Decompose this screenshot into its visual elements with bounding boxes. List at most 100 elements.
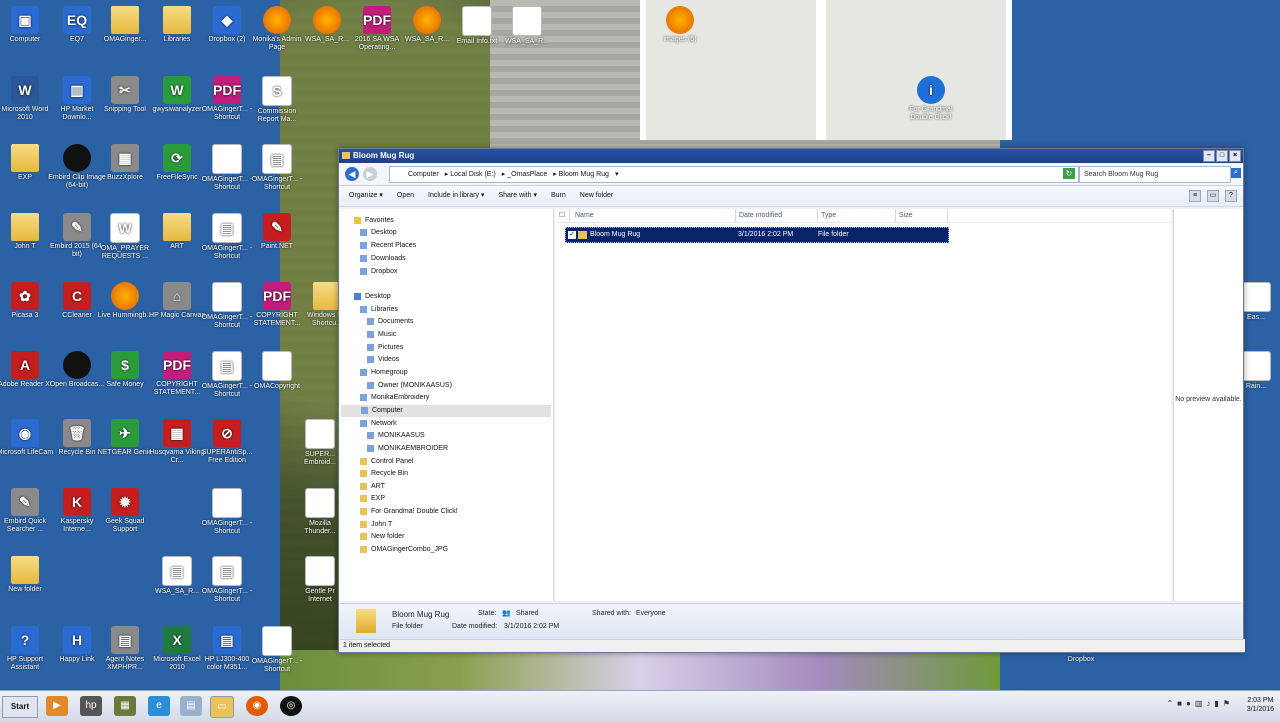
explorer-taskbar-icon[interactable]: ▭	[210, 696, 234, 718]
tray-antivirus-icon[interactable]: ●	[1186, 699, 1191, 708]
forward-button[interactable]: ▶	[363, 167, 377, 181]
clock[interactable]: 2:03 PM 3/1/2016	[1247, 696, 1274, 714]
select-all-checkbox[interactable]: ☐	[555, 209, 570, 222]
obs-icon[interactable]: ◎	[280, 696, 302, 716]
column-type[interactable]: Type	[817, 209, 896, 222]
desktop-icon[interactable]: $ Safe Money	[95, 345, 155, 389]
nav-item[interactable]: Music	[367, 329, 396, 341]
desktop-icon[interactable]: OMAGingerT... - Shortcut	[197, 482, 257, 536]
app-icon[interactable]: ▦	[114, 696, 136, 716]
explorer-window[interactable]: Bloom Mug Rug – □ × ◀ ▶ Computer ▸ Local …	[338, 148, 1245, 653]
tray-flag-icon[interactable]: ⚑	[1223, 699, 1230, 708]
nav-item[interactable]: Desktop	[360, 227, 397, 239]
internet-explorer-icon[interactable]: e	[148, 696, 170, 716]
file-row[interactable]: ✓ Bloom Mug Rug 3/1/2016 2:02 PM File fo…	[565, 227, 949, 243]
desktop-icon[interactable]: i For Grandma! Double Click!	[901, 70, 961, 122]
desktop-icon[interactable]: W OMA_PRAYER REQUESTS ...	[95, 207, 155, 261]
share-with-button[interactable]: Share with ▾	[498, 186, 537, 206]
navigation-pane[interactable]: Favorites Desktop Recent Places Downloads Dr…	[340, 209, 554, 601]
row-checkbox[interactable]: ✓	[568, 231, 576, 239]
desktop-icon[interactable]: ✹ Geek Squad Support	[95, 482, 155, 534]
minimize-button[interactable]: –	[1203, 150, 1215, 162]
start-button[interactable]: Start	[2, 696, 38, 718]
nav-item[interactable]: New folder	[360, 531, 404, 543]
nav-item[interactable]: ART	[360, 481, 385, 493]
search-icon[interactable]: ⌕	[1231, 168, 1241, 178]
nav-item[interactable]: Recycle Bin	[360, 468, 408, 480]
breadcrumb-computer[interactable]: Computer	[408, 171, 439, 178]
close-button[interactable]: ×	[1229, 150, 1241, 162]
window-titlebar[interactable]: Bloom Mug Rug – □ ×	[339, 149, 1243, 163]
desktop-icon[interactable]: ▤ Agent Notes XMPHPR...	[95, 620, 155, 672]
desktop-icon[interactable]: S Commission Report Ma...	[247, 70, 307, 124]
desktop-icon[interactable]: ✂ Snipping Tool	[95, 70, 155, 114]
nav-item[interactable]: OMAGingerCombo_JPG	[360, 544, 448, 556]
search-input[interactable]: Search Bloom Mug Rug	[1079, 166, 1231, 183]
preview-pane-icon[interactable]: ▭	[1207, 190, 1219, 202]
address-bar[interactable]: Computer ▸ Local Disk (E:) ▸ _OmasPlace ▸ B…	[389, 166, 1079, 183]
nav-item[interactable]: For Grandma! Double Click!	[360, 506, 458, 518]
nav-item[interactable]: Libraries	[360, 304, 398, 316]
nav-item[interactable]: Owner (MONIKAASUS)	[367, 380, 452, 392]
nav-item[interactable]: Documents	[367, 316, 413, 328]
media-player-icon[interactable]: ▶	[46, 696, 68, 716]
column-name[interactable]: Name	[571, 209, 736, 222]
hp-icon[interactable]: hp	[80, 696, 102, 716]
refresh-icon[interactable]: ↻	[1063, 168, 1075, 179]
tray-volume-icon[interactable]: ♪	[1206, 699, 1210, 708]
desktop-icon[interactable]: images (6)	[650, 0, 710, 44]
burn-button[interactable]: Burn	[551, 186, 566, 206]
nav-item[interactable]: Pictures	[367, 342, 403, 354]
nav-item[interactable]: John T	[360, 519, 392, 531]
desktop-icon[interactable]: Live Hummingb...	[95, 276, 155, 320]
desktop-icon[interactable]: Mozilla Thunder...	[297, 482, 343, 536]
nav-item[interactable]: Control Panel	[360, 456, 413, 468]
include-in-library-button[interactable]: Include in library ▾	[428, 186, 484, 206]
desktop-icon[interactable]: ✈ NETGEAR Genie	[95, 413, 155, 457]
back-button[interactable]: ◀	[345, 167, 359, 181]
open-button[interactable]: Open	[397, 186, 414, 206]
nav-item[interactable]: MONIKAEMBROIDER	[367, 443, 448, 455]
desktop-icon[interactable]: ▤ OMAGingerT... - Shortcut	[197, 550, 257, 604]
desktop-icon[interactable]: OMACopyright	[247, 345, 307, 391]
help-icon[interactable]: ?	[1225, 190, 1237, 202]
view-options-icon[interactable]: ≡	[1189, 190, 1201, 202]
breadcrumb-bloom-mug-rug[interactable]: Bloom Mug Rug	[559, 171, 609, 178]
nav-item[interactable]: Desktop	[354, 291, 391, 303]
breadcrumb-omasplace[interactable]: _OmasPlace	[507, 171, 547, 178]
nav-item[interactable]: EXP	[360, 493, 385, 505]
breadcrumb-local-disk[interactable]: Local Disk (E:)	[450, 171, 496, 178]
desktop-icon[interactable]: ▤ OMAGingerT... - Shortcut	[247, 138, 307, 192]
desktop-icon[interactable]: WSA_SA_R...	[497, 0, 557, 46]
organize-button[interactable]: Organize ▾	[349, 186, 383, 206]
firefox-icon[interactable]: ◉	[246, 696, 268, 716]
column-date-modified[interactable]: Date modified	[735, 209, 818, 222]
desktop-icon[interactable]: OMAGingerT... - Shortcut	[247, 620, 307, 674]
nav-item[interactable]: Homegroup	[360, 367, 408, 379]
tray-power-icon[interactable]: ▮	[1214, 699, 1218, 708]
maximize-button[interactable]: □	[1216, 150, 1228, 162]
notepad-icon[interactable]: ▤	[180, 696, 202, 716]
desktop-icon[interactable]: OMAGinger...	[95, 0, 155, 44]
file-list[interactable]: ☐ Name Date modified Type Size ✓ Bloom M…	[555, 209, 1171, 601]
nav-item[interactable]: Network	[360, 418, 397, 430]
nav-item[interactable]: Videos	[367, 354, 399, 366]
desktop-icon[interactable]: ⊘ SUPERAntiSp... Free Edition	[197, 413, 257, 465]
desktop-icon[interactable]: New folder	[0, 550, 55, 594]
tray-network-icon[interactable]: ▥	[1195, 699, 1203, 708]
new-folder-button[interactable]: New folder	[580, 186, 613, 206]
nav-item[interactable]: Dropbox	[360, 266, 397, 278]
desktop-icon[interactable]: SUPER... Embroid...	[297, 413, 343, 467]
nav-item[interactable]: Computer	[341, 405, 551, 417]
desktop-icon[interactable]: ▦ BuzzXplore	[95, 138, 155, 182]
tray-arrow-icon[interactable]: ⌃	[1166, 699, 1173, 708]
desktop-icon[interactable]: ✎ Paint.NET	[247, 207, 307, 251]
nav-item[interactable]: Favorites	[354, 215, 394, 227]
nav-item[interactable]: MonikaEmbroidery	[360, 392, 429, 404]
column-size[interactable]: Size	[895, 209, 948, 222]
tray-app-icon[interactable]: ■	[1177, 699, 1182, 708]
desktop-icon[interactable]: Gentle Pr Internet	[297, 550, 343, 604]
nav-item[interactable]: Downloads	[360, 253, 406, 265]
nav-item[interactable]: Recent Places	[360, 240, 416, 252]
nav-item[interactable]: MONIKAASUS	[367, 430, 425, 442]
